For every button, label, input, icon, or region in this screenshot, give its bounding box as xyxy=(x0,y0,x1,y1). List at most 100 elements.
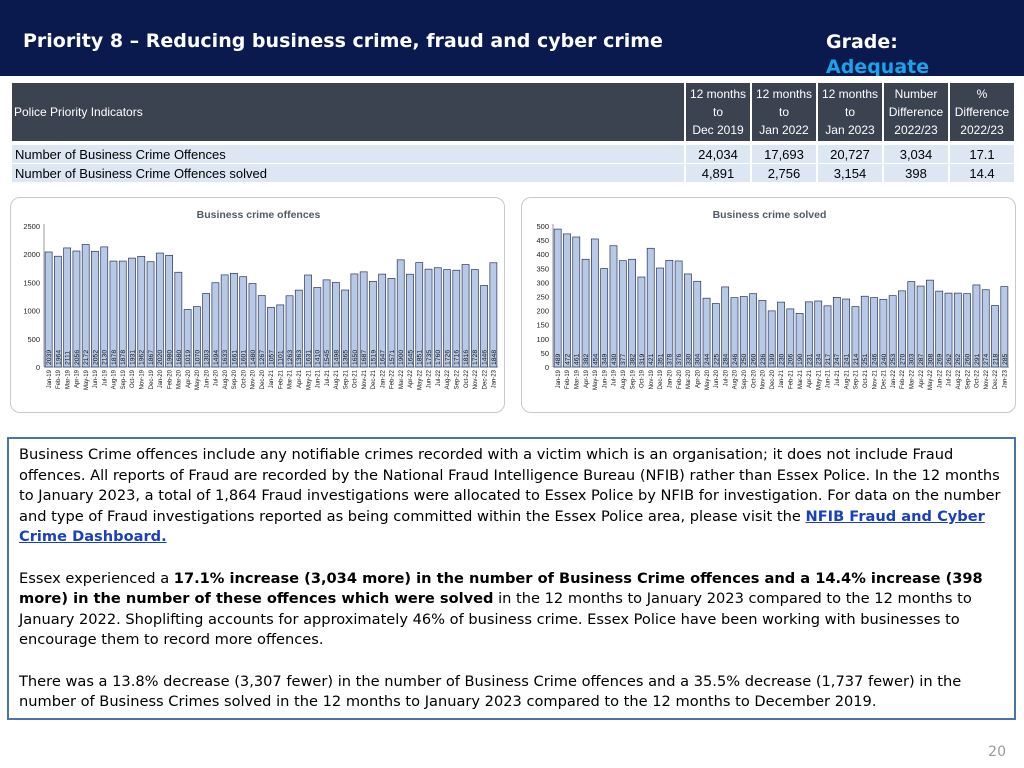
commentary-paragraph-3: There was a 13.8% decrease (3,307 fewer)… xyxy=(19,672,962,711)
x-tick-label: Aug-19 xyxy=(621,369,627,389)
data-label: 217 xyxy=(825,353,832,365)
bar xyxy=(590,238,599,368)
x-tick-label: Oct-21 xyxy=(353,369,359,388)
x-tick-label: Apr-22 xyxy=(919,369,925,388)
bar xyxy=(44,251,53,368)
data-label: 2056 xyxy=(74,350,81,365)
data-label: 1716 xyxy=(454,350,461,365)
x-tick-label: May-19 xyxy=(84,369,90,390)
commentary-paragraph-1: Business Crime offences include any noti… xyxy=(19,446,1001,546)
data-label: 231 xyxy=(806,353,813,365)
x-tick-label: Oct-19 xyxy=(640,369,646,388)
x-tick-label: Nov-20 xyxy=(251,369,257,389)
data-label: 2111 xyxy=(65,351,72,365)
x-tick-label: Jul-21 xyxy=(835,369,841,386)
y-tick-label: 100 xyxy=(536,335,549,344)
data-label: 1851 xyxy=(417,350,424,365)
chart-title: Business crime solved xyxy=(713,209,827,221)
business-crime-offences-chart: Business crime offences 0 500 1000 1500 2000 2… xyxy=(10,197,505,413)
data-label: 377 xyxy=(620,353,627,365)
data-label: 330 xyxy=(685,353,692,365)
y-tick-label: 250 xyxy=(536,293,549,302)
data-label: 1645 xyxy=(407,350,414,365)
indicators-table: Police Priority Indicators 12 months to De… xyxy=(10,83,1016,183)
data-label: 1661 xyxy=(231,350,238,365)
data-label: 1760 xyxy=(435,350,442,365)
data-label: 251 xyxy=(862,353,869,365)
data-label: 230 xyxy=(778,353,785,365)
chart-svg: Business crime solved 0 50 100 150 200 250 300 3… xyxy=(536,209,1009,390)
x-tick-label: Dec-19 xyxy=(658,369,664,389)
cell-number-difference: 3,034 xyxy=(884,145,948,164)
table-row: Number of Business Crime Offences 24,034… xyxy=(12,145,1014,164)
x-tick-label: Jun-22 xyxy=(427,369,433,388)
x-tick-label: Dec-22 xyxy=(993,369,999,389)
y-tick-label: 1500 xyxy=(23,278,40,287)
x-tick-label: Sep-22 xyxy=(455,369,461,389)
bar xyxy=(600,268,609,368)
x-tick-label: Nov-21 xyxy=(872,369,878,389)
data-label: 454 xyxy=(592,353,599,365)
x-tick-label: Jan-23 xyxy=(1003,369,1009,388)
data-label: 1519 xyxy=(370,350,377,365)
data-label: 430 xyxy=(611,353,618,365)
x-tick-label: Apr-21 xyxy=(807,369,813,388)
data-label: 253 xyxy=(890,353,897,365)
x-tick-label: Feb-21 xyxy=(278,369,284,389)
column-header-jan-2022: 12 months to Jan 2022 xyxy=(752,83,816,141)
data-label: 240 xyxy=(881,353,888,365)
data-label: 199 xyxy=(769,353,776,365)
x-tick-label: Feb-19 xyxy=(56,369,62,389)
x-tick-label: Feb-22 xyxy=(900,369,906,389)
data-label: 1410 xyxy=(315,350,322,365)
x-tick-label: Sep-19 xyxy=(630,369,636,389)
y-tick-label: 450 xyxy=(536,236,549,245)
x-tick-label: Jan-19 xyxy=(556,369,562,388)
x-tick-label: Aug-20 xyxy=(223,369,229,389)
y-tick-label: 400 xyxy=(536,250,549,259)
bar xyxy=(609,245,618,368)
x-tick-label: Aug-22 xyxy=(445,369,451,389)
data-label: 472 xyxy=(564,353,571,365)
data-label: 190 xyxy=(797,353,804,365)
data-label: 2039 xyxy=(46,350,53,365)
data-label: 1647 xyxy=(380,350,387,365)
data-label: 218 xyxy=(992,353,999,365)
x-tick-label: Nov-19 xyxy=(649,369,655,389)
data-label: 287 xyxy=(918,353,925,365)
x-tick-label: Nov-22 xyxy=(984,369,990,389)
cell-number-difference: 398 xyxy=(884,164,948,183)
x-tick-label: Mar-20 xyxy=(686,369,692,389)
column-header-dec-2019: 12 months to Dec 2019 xyxy=(686,83,750,141)
bar xyxy=(618,260,627,368)
data-label: 1498 xyxy=(333,350,340,365)
data-label: 1680 xyxy=(176,350,183,365)
data-label: 1571 xyxy=(389,350,396,365)
data-label: 270 xyxy=(899,353,906,365)
x-tick-label: Dec-20 xyxy=(770,369,776,389)
x-tick-label: Sep-22 xyxy=(965,369,971,389)
data-label: 382 xyxy=(630,353,637,365)
x-tick-label: May-20 xyxy=(705,369,711,390)
x-tick-label: Jan-19 xyxy=(47,369,53,388)
data-label: 1867 xyxy=(148,350,155,365)
x-tick-label: Jun-19 xyxy=(602,369,608,388)
data-label: 1878 xyxy=(111,350,118,365)
page-number: 20 xyxy=(988,744,1006,760)
y-tick-label: 500 xyxy=(27,335,40,344)
x-tick-label: Feb-22 xyxy=(390,369,396,389)
x-tick-label: Sep-20 xyxy=(742,369,748,389)
data-label: 262 xyxy=(946,353,953,365)
slide-header: Priority 8 – Reducing business crime, fr… xyxy=(0,0,1024,76)
x-tick-label: Jul-20 xyxy=(723,369,729,386)
x-tick-label: Sep-20 xyxy=(232,369,238,389)
data-label: 274 xyxy=(983,353,990,365)
data-label: 225 xyxy=(713,353,720,365)
data-label: 1101 xyxy=(278,350,285,365)
y-tick-label: 300 xyxy=(536,278,549,287)
x-tick-label: Jun-20 xyxy=(714,369,720,388)
x-tick-label: Jan-23 xyxy=(492,369,498,388)
x-tick-label: Mar-19 xyxy=(65,369,71,389)
x-tick-label: Apr-19 xyxy=(75,369,81,388)
bar xyxy=(572,236,581,368)
